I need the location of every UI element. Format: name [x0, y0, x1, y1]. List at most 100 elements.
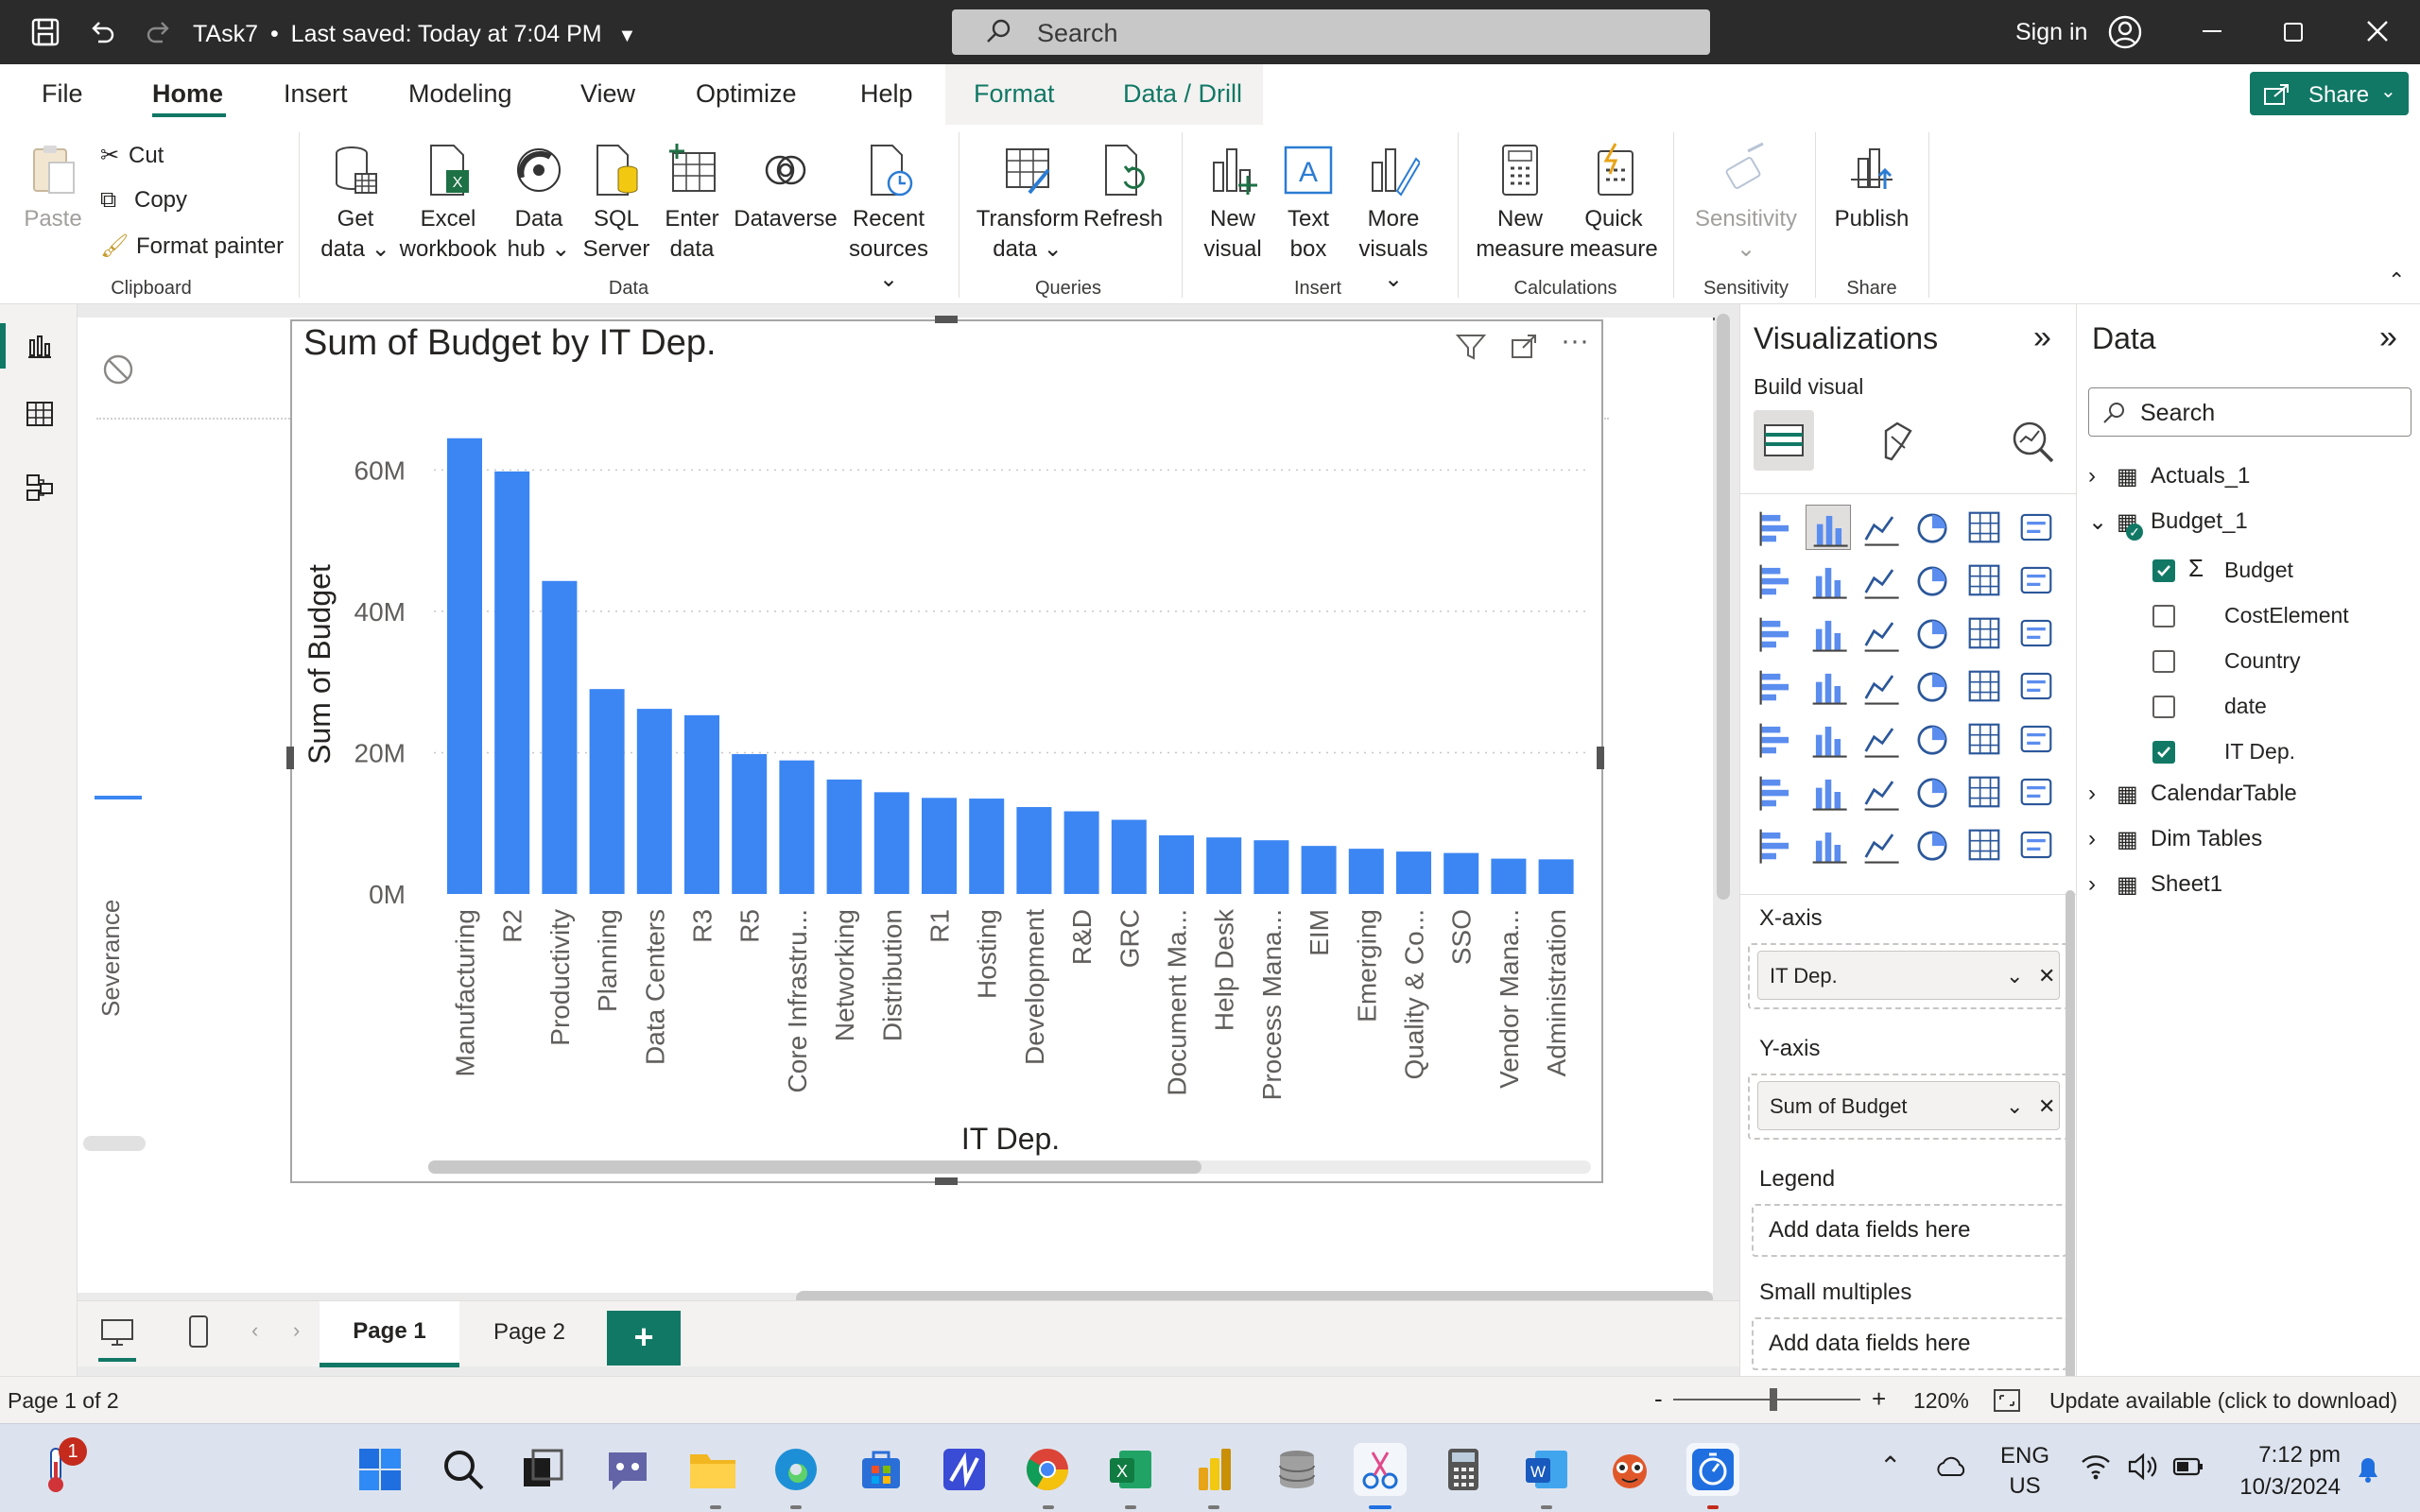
- pie-chart-icon[interactable]: [1910, 610, 1955, 656]
- power-automate-icon[interactable]: [1962, 822, 2007, 868]
- cut-button[interactable]: ✂ Cut: [100, 142, 164, 169]
- publish-button[interactable]: Publish: [1826, 142, 1917, 234]
- file-explorer-icon[interactable]: [686, 1443, 739, 1496]
- menu-view[interactable]: View: [580, 79, 635, 109]
- save-icon[interactable]: [30, 17, 60, 47]
- side-scrollbar[interactable]: [83, 1136, 146, 1151]
- resize-handle[interactable]: [1597, 747, 1604, 769]
- data-hub-button[interactable]: Data hub ⌄: [505, 142, 573, 265]
- dataverse-button[interactable]: Dataverse: [734, 142, 838, 234]
- scatter-chart-icon[interactable]: [1858, 610, 1903, 656]
- collapse-pane-icon[interactable]: »: [2379, 319, 2397, 356]
- collapse-ribbon-icon[interactable]: ⌃: [2388, 268, 2405, 293]
- new-measure-button[interactable]: New measure: [1471, 142, 1569, 265]
- language-indicator[interactable]: ENG US: [1989, 1441, 2061, 1502]
- page-tab-2[interactable]: Page 2: [459, 1301, 599, 1367]
- redo-icon[interactable]: [144, 17, 174, 47]
- treemap-icon[interactable]: [2014, 610, 2059, 656]
- timer-app-icon[interactable]: [1686, 1443, 1739, 1496]
- copy-button[interactable]: ⧉ Copy: [100, 187, 187, 214]
- fit-to-page-icon[interactable]: [1993, 1388, 2021, 1413]
- kpi-icon[interactable]: [1754, 716, 1799, 762]
- calculator-icon[interactable]: [1437, 1443, 1490, 1496]
- update-available-link[interactable]: Update available (click to download): [2049, 1388, 2397, 1414]
- menu-format[interactable]: Format: [974, 79, 1055, 109]
- chevron-down-icon[interactable]: ⌄: [2006, 1082, 2023, 1131]
- task-view-icon[interactable]: [516, 1443, 569, 1496]
- chevron-right-icon[interactable]: ›: [293, 1318, 300, 1343]
- field-row[interactable]: Country: [2077, 643, 2420, 680]
- menu-modeling[interactable]: Modeling: [408, 79, 512, 109]
- field-checkbox[interactable]: [2152, 696, 2175, 718]
- report-view-icon[interactable]: [25, 331, 55, 361]
- zoom-slider-track[interactable]: [1673, 1399, 1860, 1400]
- azure-map-icon[interactable]: [1858, 663, 1903, 709]
- menu-file[interactable]: File: [42, 79, 83, 109]
- chevron-up-icon[interactable]: ⌃: [1879, 1451, 1901, 1482]
- table-view-icon[interactable]: [25, 399, 55, 429]
- clock[interactable]: 7:12 pm 10/3/2024: [2221, 1439, 2341, 1503]
- line-and-column-chart-icon[interactable]: [1910, 558, 1955, 603]
- word-icon[interactable]: W: [1520, 1443, 1573, 1496]
- slicer-new-icon[interactable]: [1806, 822, 1851, 868]
- xaxis-field-pill[interactable]: IT Dep. ⌄ ✕: [1757, 951, 2060, 1000]
- enter-data-button[interactable]: Enter data: [656, 142, 728, 265]
- chevron-left-icon[interactable]: ‹: [251, 1318, 258, 1343]
- remove-field-icon[interactable]: ✕: [2038, 952, 2055, 1001]
- build-visual-tab[interactable]: [1754, 410, 1814, 471]
- wifi-icon[interactable]: [2080, 1452, 2112, 1481]
- small-multiples-well[interactable]: Add data fields here: [1752, 1317, 2067, 1370]
- legend-well[interactable]: Add data fields here: [1752, 1204, 2067, 1257]
- search-input[interactable]: Search: [952, 9, 1710, 55]
- menu-help[interactable]: Help: [860, 79, 913, 109]
- 100-stacked-bar-chart-icon[interactable]: [1962, 505, 2007, 550]
- card-icon[interactable]: [1962, 663, 2007, 709]
- table-icon[interactable]: [1858, 716, 1903, 762]
- bar-chart-visual[interactable]: Sum of Budget by IT Dep. ··· 0M 20M 40M 60M…: [286, 316, 1604, 1185]
- field-row[interactable]: CostElement: [2077, 597, 2420, 635]
- remove-field-icon[interactable]: ✕: [2038, 1082, 2055, 1131]
- new-visual-button[interactable]: New visual: [1195, 142, 1270, 265]
- metrics-icon[interactable]: [1962, 769, 2007, 815]
- text-box-button[interactable]: A Text box: [1272, 142, 1344, 265]
- undo-icon[interactable]: [87, 17, 117, 47]
- account-icon[interactable]: [2108, 15, 2142, 49]
- gauge-icon[interactable]: [1910, 663, 1955, 709]
- chevron-down-icon[interactable]: ⌄: [2006, 952, 2023, 1001]
- funnel-chart-icon[interactable]: [1806, 610, 1851, 656]
- line-and-clustered-column-icon[interactable]: [1962, 558, 2007, 603]
- quick-measure-button[interactable]: Quick measure: [1569, 142, 1658, 265]
- mobile-layout-icon[interactable]: [187, 1314, 210, 1349]
- resize-handle[interactable]: [935, 1177, 958, 1185]
- yaxis-field-pill[interactable]: Sum of Budget ⌄ ✕: [1757, 1081, 2060, 1130]
- chrome-icon[interactable]: [1021, 1443, 1074, 1496]
- r-script-visual-icon[interactable]: [1962, 716, 2007, 762]
- field-checkbox[interactable]: [2152, 605, 2175, 627]
- pane-scrollbar[interactable]: [2066, 890, 2075, 1457]
- field-checkbox[interactable]: [2152, 650, 2175, 673]
- game-app-icon[interactable]: [1603, 1443, 1656, 1496]
- vertical-scrollbar[interactable]: [1717, 314, 1730, 900]
- field-row[interactable]: IT Dep.: [2077, 733, 2420, 771]
- field-row[interactable]: date: [2077, 688, 2420, 726]
- refresh-button[interactable]: Refresh: [1083, 142, 1163, 234]
- onedrive-icon[interactable]: [1934, 1452, 1968, 1481]
- python-visual-icon[interactable]: [2014, 716, 2059, 762]
- chart-scrollbar-thumb[interactable]: [428, 1160, 1201, 1174]
- area-chart-icon[interactable]: [1806, 558, 1851, 603]
- snipping-tool-icon[interactable]: [1354, 1443, 1407, 1496]
- sql-server-button[interactable]: SQL Server: [580, 142, 652, 265]
- add-page-button[interactable]: +: [607, 1311, 681, 1366]
- resize-handle[interactable]: [286, 747, 294, 769]
- field-row[interactable]: Σ Budget: [2077, 552, 2420, 590]
- teams-chat-icon[interactable]: [601, 1443, 654, 1496]
- clustered-bar-chart-icon[interactable]: [1858, 505, 1903, 550]
- stacked-bar-chart-icon[interactable]: [1754, 505, 1799, 550]
- zoom-out-button[interactable]: -: [1654, 1384, 1663, 1414]
- format-painter-button[interactable]: 🖌 Format painter: [100, 232, 284, 260]
- table-calendar[interactable]: › ▦ CalendarTable: [2088, 781, 2297, 807]
- battery-icon[interactable]: [2172, 1454, 2204, 1479]
- field-checkbox[interactable]: [2152, 741, 2175, 764]
- get-data-button[interactable]: Get data ⌄: [318, 142, 393, 265]
- slicer-icon[interactable]: [1806, 716, 1851, 762]
